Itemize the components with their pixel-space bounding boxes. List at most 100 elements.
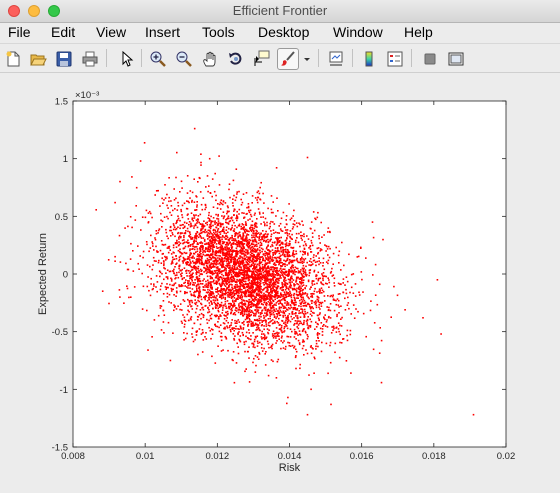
- scatter-point: [239, 313, 242, 316]
- scatter-point: [287, 314, 289, 317]
- scatter-point: [188, 272, 191, 274]
- insert-colorbar-icon[interactable]: [358, 48, 380, 70]
- scatter-point: [212, 293, 215, 295]
- menu-file[interactable]: File: [8, 24, 31, 40]
- scatter-point: [202, 226, 205, 228]
- menu-window[interactable]: Window: [333, 24, 383, 40]
- scatter-point: [239, 250, 241, 252]
- scatter-point: [187, 213, 189, 215]
- rotate-3d-icon[interactable]: [225, 48, 247, 70]
- scatter-point: [233, 263, 235, 265]
- print-icon[interactable]: [79, 48, 101, 70]
- zoom-in-icon[interactable]: [147, 48, 169, 70]
- scatter-point: [280, 311, 282, 313]
- edit-plot-arrow-icon[interactable]: [115, 48, 137, 70]
- scatter-point: [216, 272, 219, 274]
- scatter-point: [230, 244, 232, 247]
- scatter-point: [288, 203, 290, 205]
- pan-hand-icon[interactable]: [199, 48, 221, 70]
- data-cursor-icon[interactable]: [251, 48, 273, 70]
- show-plot-tools-icon[interactable]: [445, 48, 467, 70]
- link-plot-icon[interactable]: [325, 48, 347, 70]
- scatter-point: [285, 251, 287, 253]
- scatter-point: [321, 330, 324, 333]
- scatter-point: [231, 265, 234, 267]
- scatter-point: [178, 238, 180, 240]
- menu-edit[interactable]: Edit: [51, 24, 75, 40]
- scatter-point: [141, 308, 144, 310]
- scatter-point: [313, 372, 315, 374]
- scatter-point: [177, 276, 180, 279]
- scatter-point: [187, 282, 190, 284]
- open-folder-icon[interactable]: [27, 48, 49, 70]
- scatter-point: [276, 267, 279, 269]
- scatter-point: [225, 238, 227, 240]
- scatter-point: [226, 275, 229, 277]
- scatter-point: [264, 319, 266, 322]
- scatter-point: [213, 296, 215, 299]
- scatter-point: [286, 249, 289, 251]
- scatter-point: [249, 227, 251, 230]
- new-figure-icon[interactable]: [2, 48, 24, 70]
- scatter-point: [201, 273, 203, 276]
- scatter-point: [229, 293, 232, 295]
- menu-insert[interactable]: Insert: [145, 24, 180, 40]
- scatter-point: [223, 318, 226, 320]
- scatter-point: [260, 296, 262, 298]
- scatter-point: [288, 286, 291, 288]
- scatter-point: [177, 244, 180, 247]
- menu-desktop[interactable]: Desktop: [258, 24, 309, 40]
- scatter-point: [242, 334, 244, 337]
- brush-dropdown-icon[interactable]: [300, 48, 314, 70]
- scatter-point: [241, 281, 243, 284]
- scatter-point: [202, 286, 204, 288]
- scatter-point: [286, 327, 289, 330]
- scatter-point: [219, 225, 222, 228]
- scatter-point: [203, 240, 206, 242]
- scatter-point: [196, 289, 198, 291]
- scatter-point: [189, 270, 192, 273]
- insert-legend-icon[interactable]: [384, 48, 406, 70]
- scatter-point: [292, 215, 294, 217]
- scatter-point: [175, 277, 177, 279]
- scatter-plot[interactable]: 0.008 0.01 0.012 0.014 0.016 0.018 0.02-1.5-1-…: [0, 73, 560, 493]
- scatter-point: [209, 291, 212, 293]
- scatter-point: [208, 256, 211, 258]
- scatter-point: [236, 193, 238, 195]
- figure-canvas[interactable]: 0.008 0.01 0.012 0.014 0.016 0.018 0.02 -1.5 -1-…: [0, 73, 560, 493]
- scatter-point: [142, 285, 145, 288]
- scatter-point: [228, 250, 230, 253]
- scatter-point: [222, 307, 224, 309]
- scatter-point: [269, 245, 272, 248]
- scatter-point: [297, 334, 299, 336]
- save-disk-icon[interactable]: [53, 48, 75, 70]
- scatter-point: [223, 280, 225, 283]
- scatter-point: [260, 316, 262, 318]
- scatter-point: [214, 323, 216, 326]
- scatter-point: [205, 338, 208, 340]
- scatter-point: [183, 236, 185, 239]
- menu-view[interactable]: View: [96, 24, 126, 40]
- scatter-point: [190, 238, 192, 240]
- scatter-point: [283, 305, 285, 308]
- scatter-point: [263, 283, 266, 286]
- scatter-point: [263, 287, 265, 290]
- scatter-point: [227, 231, 229, 234]
- scatter-point: [176, 221, 178, 224]
- scatter-point: [240, 228, 242, 230]
- menu-help[interactable]: Help: [404, 24, 433, 40]
- scatter-point: [212, 229, 215, 232]
- title-bar[interactable]: Efficient Frontier: [0, 0, 560, 23]
- brush-icon[interactable]: [277, 48, 299, 70]
- scatter-point: [217, 277, 219, 280]
- scatter-point: [161, 257, 164, 259]
- hide-plot-tools-icon[interactable]: [419, 48, 441, 70]
- scatter-point: [187, 284, 190, 287]
- menu-tools[interactable]: Tools: [202, 24, 235, 40]
- scatter-point: [268, 273, 271, 276]
- scatter-point: [151, 336, 153, 338]
- scatter-point: [270, 233, 273, 236]
- scatter-point: [305, 244, 308, 247]
- zoom-out-icon[interactable]: [173, 48, 195, 70]
- scatter-point: [263, 276, 266, 279]
